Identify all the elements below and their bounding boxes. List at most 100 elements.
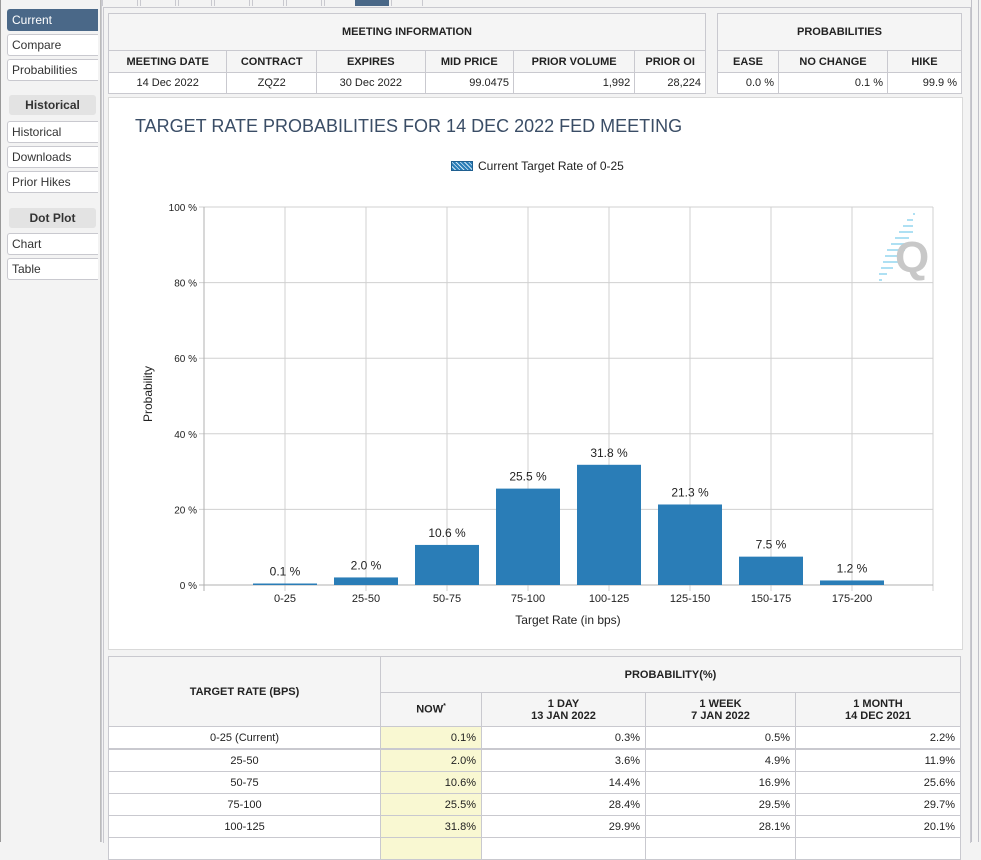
x-tick-label: 125-150 <box>670 593 710 605</box>
bar-175-200[interactable] <box>820 580 884 585</box>
top-tab[interactable] <box>140 0 176 6</box>
bar-75-100[interactable] <box>496 488 560 585</box>
header-meeting-date: MEETING DATE <box>107 50 228 73</box>
top-tab[interactable] <box>102 0 138 6</box>
sidebar-group-dot-plot: Dot Plot <box>9 208 96 228</box>
sidebar-item-prior-hikes[interactable]: Prior Hikes <box>7 171 98 193</box>
rate-cell: 0-25 (Current) <box>108 726 381 750</box>
data-label: 31.8 % <box>590 446 628 460</box>
header-now-footnote: * <box>443 703 446 711</box>
bar-0-25[interactable] <box>253 583 317 586</box>
header-1-week: 1 WEEK 7 JAN 2022 <box>645 692 796 727</box>
header-1-week-date: 7 JAN 2022 <box>691 709 750 722</box>
top-tab[interactable] <box>178 0 212 6</box>
x-tick-label: 25-50 <box>352 593 380 605</box>
x-axis-label: Target Rate (in bps) <box>515 613 620 627</box>
top-tab-active[interactable] <box>355 0 389 6</box>
sidebar-item-historical[interactable]: Historical <box>7 121 98 143</box>
top-tab[interactable] <box>324 0 358 6</box>
top-tab[interactable] <box>214 0 250 6</box>
rate-cell <box>108 837 381 860</box>
now-cell: 0.1% <box>380 726 482 750</box>
meeting-information-title: MEETING INFORMATION <box>108 13 706 51</box>
rate-cell: 75-100 <box>108 793 381 816</box>
top-tab[interactable] <box>391 0 423 6</box>
prior-oi-value: 28,224 <box>634 72 706 94</box>
day-cell: 3.6% <box>481 748 646 772</box>
sidebar-item-current[interactable]: Current <box>7 9 98 31</box>
header-1-month: 1 MONTH 14 DEC 2021 <box>795 692 961 727</box>
now-cell: 25.5% <box>380 793 482 816</box>
week-cell: 0.5% <box>645 726 796 750</box>
probabilities-title: PROBABILITIES <box>717 13 962 51</box>
header-now-label: NOW <box>416 703 444 716</box>
bar-25-50[interactable] <box>334 577 398 585</box>
svg-text:Q: Q <box>895 233 929 282</box>
data-label: 10.6 % <box>428 526 466 540</box>
sidebar-item-downloads[interactable]: Downloads <box>7 146 98 168</box>
table-row: 75-100 25.5% 28.4% 29.5% 29.7% <box>108 793 961 816</box>
sidebar-item-compare[interactable]: Compare <box>7 34 98 56</box>
x-tick-label: 50-75 <box>433 593 461 605</box>
y-tick-label: 40 % <box>174 430 197 441</box>
bar-100-125[interactable] <box>577 464 641 585</box>
header-ease: EASE <box>717 50 779 73</box>
x-tick-label: 100-125 <box>589 593 629 605</box>
prior-volume-value: 1,992 <box>513 72 636 94</box>
week-cell: 29.5% <box>645 793 796 816</box>
day-cell: 28.4% <box>481 793 646 816</box>
rate-cell: 25-50 <box>108 748 381 772</box>
month-cell: 25.6% <box>795 771 961 794</box>
table-row <box>108 837 961 860</box>
header-1-month-label: 1 MONTH <box>853 697 903 710</box>
bar-50-75[interactable] <box>415 544 479 585</box>
bar-150-175[interactable] <box>739 556 803 585</box>
table-row: 25-50 2.0% 3.6% 4.9% 11.9% <box>108 748 961 772</box>
day-cell <box>481 837 646 860</box>
month-cell: 2.2% <box>795 726 961 750</box>
top-tab[interactable] <box>252 0 284 6</box>
week-cell <box>645 837 796 860</box>
day-cell: 29.9% <box>481 815 646 838</box>
header-1-day-label: 1 DAY <box>547 697 580 710</box>
meeting-information-table: MEETING INFORMATION MEETING DATE CONTRAC… <box>107 13 706 94</box>
rate-cell: 100-125 <box>108 815 381 838</box>
rate-cell: 50-75 <box>108 771 381 794</box>
top-tab[interactable] <box>286 0 322 6</box>
data-label: 25.5 % <box>509 470 547 484</box>
divider <box>971 0 972 842</box>
x-tick-label: 150-175 <box>751 593 791 605</box>
header-target-rate: TARGET RATE (BPS) <box>108 656 381 727</box>
y-tick-label: 0 % <box>180 581 197 592</box>
week-cell: 28.1% <box>645 815 796 838</box>
contract-value: ZQZ2 <box>226 72 318 94</box>
data-label: 21.3 % <box>671 485 709 499</box>
y-tick-label: 60 % <box>174 354 197 365</box>
y-tick-label: 100 % <box>169 203 197 214</box>
header-1-week-label: 1 WEEK <box>699 697 742 710</box>
x-tick-label: 175-200 <box>832 593 872 605</box>
month-cell <box>795 837 961 860</box>
header-now: NOW* <box>380 692 482 727</box>
data-label: 0.1 % <box>270 565 301 579</box>
table-row: 50-75 10.6% 14.4% 16.9% 25.6% <box>108 771 961 794</box>
header-expires: EXPIRES <box>316 50 426 73</box>
data-label: 2.0 % <box>351 558 382 572</box>
no-change-value: 0.1 % <box>778 72 888 94</box>
day-cell: 14.4% <box>481 771 646 794</box>
now-cell: 10.6% <box>380 771 482 794</box>
sidebar-item-table[interactable]: Table <box>7 258 98 280</box>
now-cell: 31.8% <box>380 815 482 838</box>
sidebar-item-probabilities[interactable]: Probabilities <box>7 59 98 81</box>
month-cell: 29.7% <box>795 793 961 816</box>
y-axis-label: Probability <box>141 366 155 422</box>
probability-table: TARGET RATE (BPS) PROBABILITY(%) NOW* 1 … <box>108 656 961 860</box>
sidebar-group-historical: Historical <box>9 95 96 115</box>
hike-value: 99.9 % <box>887 72 962 94</box>
sidebar-item-chart[interactable]: Chart <box>7 233 98 255</box>
header-prior-volume: PRIOR VOLUME <box>513 50 636 73</box>
bar-125-150[interactable] <box>658 504 722 585</box>
scrollbar-track[interactable] <box>978 0 979 842</box>
month-cell: 11.9% <box>795 748 961 772</box>
divider <box>101 0 102 842</box>
